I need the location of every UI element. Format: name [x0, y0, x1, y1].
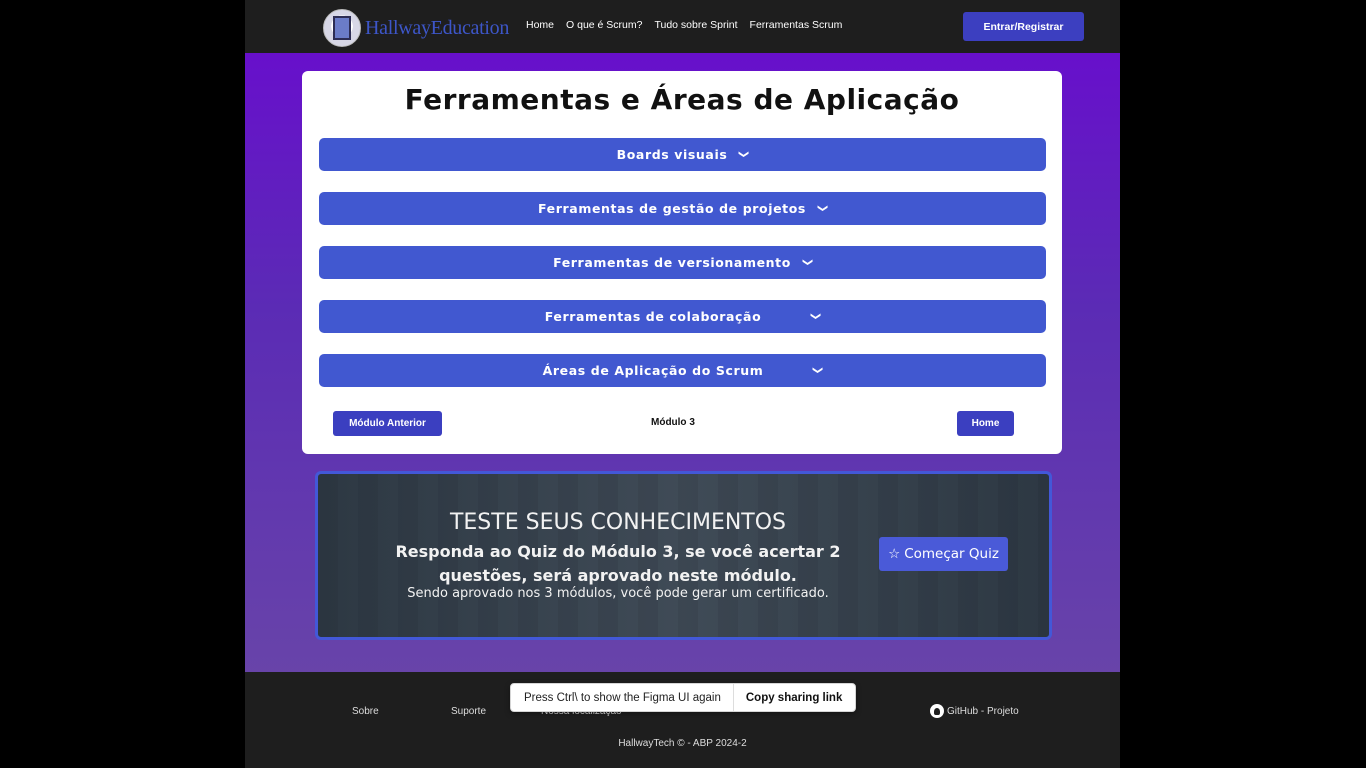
quiz-banner: TESTE SEUS CONHECIMENTOS Responda ao Qui…	[315, 471, 1052, 640]
toast-message: Press Ctrl\ to show the Figma UI again	[511, 684, 734, 711]
module-indicator: Módulo 3	[651, 417, 695, 428]
accordion-label: Ferramentas de colaboração	[544, 309, 762, 324]
copy-sharing-link-button[interactable]: Copy sharing link	[734, 684, 855, 711]
start-quiz-button[interactable]: ☆ Começar Quiz	[879, 537, 1008, 571]
footer-link-about[interactable]: Sobre	[352, 706, 379, 717]
accordion-label: Boards visuais	[616, 147, 728, 162]
nav-scrum-tools[interactable]: Ferramentas Scrum	[750, 19, 843, 31]
github-icon	[930, 704, 944, 718]
chevron-down-icon: ❯	[816, 204, 828, 213]
accordion-label: Áreas de Aplicação do Scrum	[542, 363, 764, 378]
chevron-down-icon: ❯	[812, 366, 824, 375]
github-label: GitHub - Projeto	[947, 705, 1019, 717]
chevron-down-icon: ❯	[801, 258, 813, 267]
login-register-button[interactable]: Entrar/Registrar	[963, 12, 1084, 41]
previous-module-button[interactable]: Módulo Anterior	[333, 411, 442, 436]
home-button[interactable]: Home	[957, 411, 1014, 436]
accordion-application-areas[interactable]: Áreas de Aplicação do Scrum ❯	[319, 354, 1046, 387]
quiz-title: TESTE SEUS CONHECIMENTOS	[449, 510, 787, 535]
quiz-note: Sendo aprovado nos 3 módulos, você pode …	[407, 586, 829, 601]
start-quiz-label: Começar Quiz	[904, 546, 999, 562]
logo-text: HallwayEducation	[365, 16, 510, 39]
door-logo-icon	[323, 9, 361, 47]
accordion-project-management[interactable]: Ferramentas de gestão de projetos ❯	[319, 192, 1046, 225]
content-card: Ferramentas e Áreas de Aplicação Boards …	[302, 71, 1062, 454]
footer-link-support[interactable]: Suporte	[451, 706, 486, 717]
accordion-label: Ferramentas de versionamento	[553, 255, 791, 270]
chevron-down-icon: ❯	[810, 312, 822, 321]
main-nav: Home O que é Scrum? Tudo sobre Sprint Fe…	[526, 19, 842, 31]
copyright: HallwayTech © - ABP 2024-2	[618, 738, 747, 749]
accordion-boards-visuais[interactable]: Boards visuais ❯	[319, 138, 1046, 171]
nav-what-is-scrum[interactable]: O que é Scrum?	[566, 19, 642, 31]
page-frame: HallwayEducation Home O que é Scrum? Tud…	[245, 0, 1120, 768]
logo[interactable]: HallwayEducation	[323, 9, 509, 47]
accordion-label: Ferramentas de gestão de projetos	[538, 201, 806, 216]
github-link[interactable]: GitHub - Projeto	[930, 704, 1019, 718]
chevron-down-icon: ❯	[738, 150, 750, 159]
top-navbar: HallwayEducation Home O que é Scrum? Tud…	[245, 0, 1120, 53]
star-icon: ☆	[888, 546, 901, 562]
page-title: Ferramentas e Áreas de Aplicação	[404, 83, 960, 116]
nav-sprint[interactable]: Tudo sobre Sprint	[654, 19, 737, 31]
accordion-versioning[interactable]: Ferramentas de versionamento ❯	[319, 246, 1046, 279]
quiz-subtitle: Responda ao Quiz do Módulo 3, se você ac…	[395, 542, 841, 585]
nav-home[interactable]: Home	[526, 19, 554, 31]
accordion-collaboration[interactable]: Ferramentas de colaboração ❯	[319, 300, 1046, 333]
figma-toast: Press Ctrl\ to show the Figma UI again C…	[510, 683, 856, 712]
